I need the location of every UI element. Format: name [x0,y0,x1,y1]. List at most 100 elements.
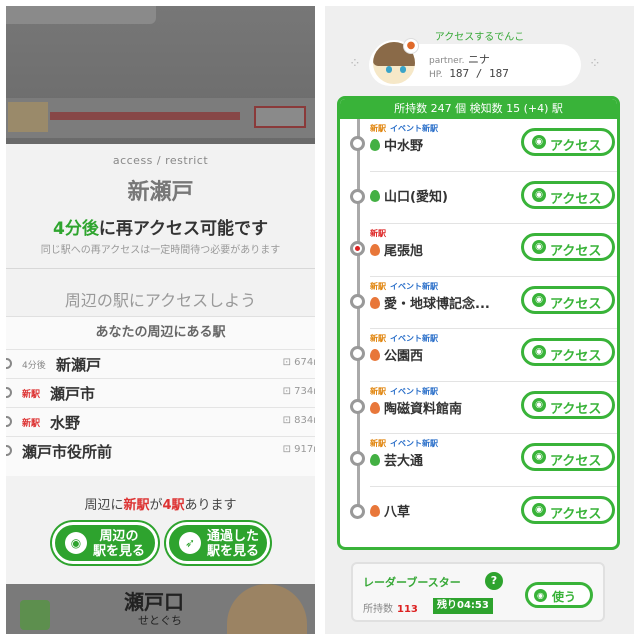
station-name: 陶磁資料館南 [370,398,462,417]
flame-icon: ● [403,38,419,54]
access-icon: ◉ [532,450,546,464]
list-header: 所持数 247 個 検知数 15 (+4) 駅 [340,99,617,119]
avatar-eye [386,66,392,73]
new-station-tag: 新駅 [370,124,386,133]
owned-label: 所持数 [363,604,393,615]
station-row[interactable]: 八草 ◉ アクセス [350,487,617,540]
left-screen: access / restrict 新瀬戸 4分後に再アクセス可能です 同じ駅へ… [6,6,315,634]
button-label: 周辺の 駅を見る [93,529,146,559]
leaf-icon [370,454,380,466]
station-distance: ⊡ 734m [283,386,315,397]
access-button[interactable]: ◉ アクセス [521,180,615,209]
station-name: 芸大通 [370,450,423,469]
list-item[interactable]: 新駅 水野 ⊡ 834m [6,407,315,436]
radar-title: レーダーブースター [363,576,461,589]
access-restrict-modal: access / restrict 新瀬戸 4分後に再アクセス可能です 同じ駅へ… [6,144,315,584]
station-tags: 新駅 イベント新駅 [370,438,438,449]
station-node-icon [350,136,365,151]
access-label: アクセス [550,139,602,154]
access-label: アクセス [550,349,602,364]
new-station-tag: 新駅 [370,281,386,291]
station-node-icon [6,387,12,398]
leaf-icon [370,401,380,414]
event-station-tag: イベント新駅 [390,386,438,396]
access-icon: ◉ [532,345,546,359]
station-distance: ⊡ 674m [283,357,315,368]
access-button[interactable]: ◉ アクセス [521,285,615,314]
view-passed-stations-button[interactable]: ➶ 通過した 駅を見る [166,522,270,564]
station-row[interactable]: 山口(愛知) ◉ アクセス [350,172,617,224]
station-row[interactable]: 新駅 尾張旭 ◉ アクセス [350,224,617,277]
list-item[interactable]: 4分後 新瀬戸 ⊡ 674m [6,349,315,378]
leaf-icon [370,349,380,361]
new-station-summary: 周辺に新駅が4駅あります [6,494,315,513]
event-station-tag: イベント新駅 [390,439,438,448]
access-label: アクセス [550,296,602,312]
station-row[interactable]: 新駅 イベント新駅 公園西 ◉ アクセス [350,329,617,382]
reaccess-text: に再アクセス可能です [98,219,268,239]
leaf-icon [370,189,380,202]
help-icon[interactable]: ? [485,572,503,590]
access-label: アクセス [550,244,602,259]
station-rows[interactable]: 新駅 イベント新駅 中水野 ◉ アクセス 山口(愛知) ◉ アクセス 新駅 尾張旭 ◉ アクセス 新駅イ… [340,119,617,539]
rocket-icon: ➶ [179,532,201,554]
station-name: 公園西 [370,345,423,364]
access-button[interactable]: ◉ アクセス [521,443,615,471]
access-icon: ◉ [532,502,546,517]
nearby-station-list: あなたの周辺にある駅 4分後 新瀬戸 ⊡ 674m 新駅 瀬戸市 ⊡ 734m … [6,316,315,476]
new-station-tag: 新駅 [22,390,41,400]
partner-name-value: ニナ [467,53,490,66]
radar-owned: 所持数 113 [363,600,418,615]
station-distance: ⊡ 834m [283,415,315,426]
hp-value: 187 / 187 [449,67,509,80]
access-label: アクセス [550,191,602,207]
list-item[interactable]: 新駅 瀬戸市 ⊡ 734m [6,378,315,407]
nearby-list-title: あなたの周辺にある駅 [95,325,226,340]
access-button[interactable]: ◉ アクセス [521,128,615,156]
leaf-icon [370,244,380,256]
station-name-text: 山口(愛知) [384,189,448,205]
hp-label: HP. [429,70,443,80]
station-name-text: 八草 [384,504,411,520]
event-station-tag: イベント新駅 [390,281,438,291]
access-icon: ◉ [532,240,546,254]
current-station-name: 瀬戸口 [124,590,184,614]
station-name: 水野 [50,414,81,432]
leaf-icon [370,296,380,309]
station-row[interactable]: 新駅 イベント新駅 愛・地球博記念... ◉ アクセス [350,277,617,329]
access-button[interactable]: ◉ アクセス [521,495,615,524]
station-name-text: 芸大通 [384,454,424,469]
list-item[interactable]: 瀬戸市役所前 ⊡ 917m [6,436,315,465]
sparkle-icon: ⁘ [349,56,361,72]
station-name-text: 尾張旭 [384,244,424,259]
station-row[interactable]: 新駅 イベント新駅芸大通 ◉ アクセス [350,434,617,487]
access-button[interactable]: ◉ アクセス [521,233,615,261]
modal-station-name: 新瀬戸 [127,180,194,205]
access-button[interactable]: ◉ アクセス [521,338,615,366]
summary-pre: 周辺に [84,498,124,513]
radar-booster-panel: レーダーブースター ? 所持数 113 残り04:53 ◉ 使う [351,562,605,622]
station-name: 瀬戸市 [50,385,96,403]
access-button[interactable]: ◉ アクセス [521,390,615,419]
station-name: 瀬戸市役所前 [22,443,113,461]
station-tags: 新駅 イベント新駅 [370,281,438,292]
access-label: アクセス [550,454,602,469]
station-name: 新瀬戸 [56,356,102,374]
station-tag: 4分後 [22,361,46,371]
station-node-icon [350,293,365,309]
use-radar-button[interactable]: ◉ 使う [525,582,593,608]
station-row[interactable]: 新駅 イベント新駅 陶磁資料館南 ◉ アクセス [350,382,617,434]
station-row[interactable]: 新駅 イベント新駅 中水野 ◉ アクセス [350,119,617,172]
new-station-tag: 新駅 [22,419,41,429]
event-station-tag: イベント新駅 [390,334,438,343]
summary-count: 4駅 [162,498,185,513]
dimmed-bar [50,112,240,120]
divider [6,268,315,269]
dimmed-station-strip [6,98,315,138]
owned-count: 113 [397,604,418,615]
view-nearby-stations-button[interactable]: ◉ 周辺の 駅を見る [52,522,158,564]
station-name: 愛・地球博記念... [370,293,490,312]
station-name-text: 公園西 [384,349,424,364]
station-tags: 新駅 イベント新駅 [370,123,438,134]
distance-value: 834m [294,415,315,426]
